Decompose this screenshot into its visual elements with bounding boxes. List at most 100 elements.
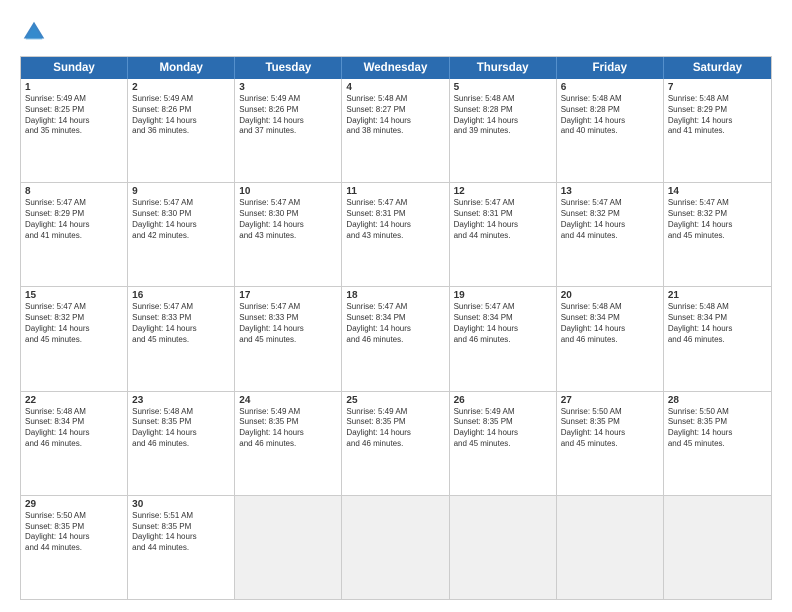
calendar-cell-day-2: 2Sunrise: 5:49 AMSunset: 8:26 PMDaylight…: [128, 79, 235, 182]
day-number: 25: [346, 395, 444, 406]
day-number: 29: [25, 499, 123, 510]
day-number: 26: [454, 395, 552, 406]
cell-info: Sunrise: 5:49 AMSunset: 8:26 PMDaylight:…: [239, 94, 337, 137]
cell-info: Sunrise: 5:49 AMSunset: 8:35 PMDaylight:…: [239, 407, 337, 450]
calendar-cell-day-10: 10Sunrise: 5:47 AMSunset: 8:30 PMDayligh…: [235, 183, 342, 286]
logo: [20, 18, 52, 46]
header: [20, 18, 772, 46]
calendar-cell-day-20: 20Sunrise: 5:48 AMSunset: 8:34 PMDayligh…: [557, 287, 664, 390]
cell-info: Sunrise: 5:47 AMSunset: 8:32 PMDaylight:…: [668, 198, 767, 241]
day-number: 15: [25, 290, 123, 301]
day-number: 16: [132, 290, 230, 301]
header-day-sunday: Sunday: [21, 57, 128, 79]
calendar-cell-day-24: 24Sunrise: 5:49 AMSunset: 8:35 PMDayligh…: [235, 392, 342, 495]
day-number: 3: [239, 82, 337, 93]
calendar: SundayMondayTuesdayWednesdayThursdayFrid…: [20, 56, 772, 600]
day-number: 30: [132, 499, 230, 510]
calendar-cell-day-28: 28Sunrise: 5:50 AMSunset: 8:35 PMDayligh…: [664, 392, 771, 495]
calendar-cell-empty: [342, 496, 449, 599]
cell-info: Sunrise: 5:50 AMSunset: 8:35 PMDaylight:…: [25, 511, 123, 554]
cell-info: Sunrise: 5:47 AMSunset: 8:32 PMDaylight:…: [25, 302, 123, 345]
calendar-cell-day-1: 1Sunrise: 5:49 AMSunset: 8:25 PMDaylight…: [21, 79, 128, 182]
logo-icon: [20, 18, 48, 46]
cell-info: Sunrise: 5:48 AMSunset: 8:35 PMDaylight:…: [132, 407, 230, 450]
header-day-tuesday: Tuesday: [235, 57, 342, 79]
calendar-cell-day-6: 6Sunrise: 5:48 AMSunset: 8:28 PMDaylight…: [557, 79, 664, 182]
cell-info: Sunrise: 5:48 AMSunset: 8:34 PMDaylight:…: [25, 407, 123, 450]
day-number: 11: [346, 186, 444, 197]
day-number: 24: [239, 395, 337, 406]
calendar-cell-day-11: 11Sunrise: 5:47 AMSunset: 8:31 PMDayligh…: [342, 183, 449, 286]
day-number: 17: [239, 290, 337, 301]
day-number: 12: [454, 186, 552, 197]
calendar-cell-day-22: 22Sunrise: 5:48 AMSunset: 8:34 PMDayligh…: [21, 392, 128, 495]
day-number: 4: [346, 82, 444, 93]
calendar-cell-day-27: 27Sunrise: 5:50 AMSunset: 8:35 PMDayligh…: [557, 392, 664, 495]
day-number: 13: [561, 186, 659, 197]
cell-info: Sunrise: 5:49 AMSunset: 8:35 PMDaylight:…: [454, 407, 552, 450]
calendar-cell-day-26: 26Sunrise: 5:49 AMSunset: 8:35 PMDayligh…: [450, 392, 557, 495]
day-number: 6: [561, 82, 659, 93]
cell-info: Sunrise: 5:49 AMSunset: 8:35 PMDaylight:…: [346, 407, 444, 450]
page: SundayMondayTuesdayWednesdayThursdayFrid…: [0, 0, 792, 612]
calendar-row-1: 1Sunrise: 5:49 AMSunset: 8:25 PMDaylight…: [21, 79, 771, 182]
calendar-cell-day-19: 19Sunrise: 5:47 AMSunset: 8:34 PMDayligh…: [450, 287, 557, 390]
calendar-header: SundayMondayTuesdayWednesdayThursdayFrid…: [21, 57, 771, 79]
calendar-cell-day-12: 12Sunrise: 5:47 AMSunset: 8:31 PMDayligh…: [450, 183, 557, 286]
day-number: 14: [668, 186, 767, 197]
day-number: 5: [454, 82, 552, 93]
calendar-cell-empty: [664, 496, 771, 599]
cell-info: Sunrise: 5:49 AMSunset: 8:26 PMDaylight:…: [132, 94, 230, 137]
cell-info: Sunrise: 5:51 AMSunset: 8:35 PMDaylight:…: [132, 511, 230, 554]
cell-info: Sunrise: 5:48 AMSunset: 8:34 PMDaylight:…: [668, 302, 767, 345]
header-day-saturday: Saturday: [664, 57, 771, 79]
calendar-row-5: 29Sunrise: 5:50 AMSunset: 8:35 PMDayligh…: [21, 495, 771, 599]
day-number: 21: [668, 290, 767, 301]
cell-info: Sunrise: 5:48 AMSunset: 8:29 PMDaylight:…: [668, 94, 767, 137]
calendar-cell-day-30: 30Sunrise: 5:51 AMSunset: 8:35 PMDayligh…: [128, 496, 235, 599]
calendar-cell-empty: [450, 496, 557, 599]
cell-info: Sunrise: 5:47 AMSunset: 8:31 PMDaylight:…: [454, 198, 552, 241]
header-day-monday: Monday: [128, 57, 235, 79]
day-number: 27: [561, 395, 659, 406]
cell-info: Sunrise: 5:48 AMSunset: 8:27 PMDaylight:…: [346, 94, 444, 137]
cell-info: Sunrise: 5:47 AMSunset: 8:29 PMDaylight:…: [25, 198, 123, 241]
cell-info: Sunrise: 5:47 AMSunset: 8:34 PMDaylight:…: [454, 302, 552, 345]
calendar-cell-day-21: 21Sunrise: 5:48 AMSunset: 8:34 PMDayligh…: [664, 287, 771, 390]
day-number: 28: [668, 395, 767, 406]
cell-info: Sunrise: 5:47 AMSunset: 8:34 PMDaylight:…: [346, 302, 444, 345]
calendar-cell-day-14: 14Sunrise: 5:47 AMSunset: 8:32 PMDayligh…: [664, 183, 771, 286]
cell-info: Sunrise: 5:47 AMSunset: 8:33 PMDaylight:…: [239, 302, 337, 345]
calendar-cell-day-15: 15Sunrise: 5:47 AMSunset: 8:32 PMDayligh…: [21, 287, 128, 390]
cell-info: Sunrise: 5:50 AMSunset: 8:35 PMDaylight:…: [561, 407, 659, 450]
day-number: 22: [25, 395, 123, 406]
header-day-thursday: Thursday: [450, 57, 557, 79]
calendar-cell-day-3: 3Sunrise: 5:49 AMSunset: 8:26 PMDaylight…: [235, 79, 342, 182]
calendar-cell-day-9: 9Sunrise: 5:47 AMSunset: 8:30 PMDaylight…: [128, 183, 235, 286]
calendar-cell-day-23: 23Sunrise: 5:48 AMSunset: 8:35 PMDayligh…: [128, 392, 235, 495]
day-number: 18: [346, 290, 444, 301]
calendar-cell-day-16: 16Sunrise: 5:47 AMSunset: 8:33 PMDayligh…: [128, 287, 235, 390]
calendar-row-4: 22Sunrise: 5:48 AMSunset: 8:34 PMDayligh…: [21, 391, 771, 495]
cell-info: Sunrise: 5:48 AMSunset: 8:28 PMDaylight:…: [561, 94, 659, 137]
calendar-body: 1Sunrise: 5:49 AMSunset: 8:25 PMDaylight…: [21, 79, 771, 599]
cell-info: Sunrise: 5:47 AMSunset: 8:32 PMDaylight:…: [561, 198, 659, 241]
day-number: 2: [132, 82, 230, 93]
day-number: 19: [454, 290, 552, 301]
calendar-cell-day-13: 13Sunrise: 5:47 AMSunset: 8:32 PMDayligh…: [557, 183, 664, 286]
day-number: 1: [25, 82, 123, 93]
calendar-row-2: 8Sunrise: 5:47 AMSunset: 8:29 PMDaylight…: [21, 182, 771, 286]
calendar-row-3: 15Sunrise: 5:47 AMSunset: 8:32 PMDayligh…: [21, 286, 771, 390]
day-number: 10: [239, 186, 337, 197]
calendar-cell-day-5: 5Sunrise: 5:48 AMSunset: 8:28 PMDaylight…: [450, 79, 557, 182]
calendar-cell-empty: [235, 496, 342, 599]
calendar-cell-day-7: 7Sunrise: 5:48 AMSunset: 8:29 PMDaylight…: [664, 79, 771, 182]
cell-info: Sunrise: 5:47 AMSunset: 8:33 PMDaylight:…: [132, 302, 230, 345]
day-number: 23: [132, 395, 230, 406]
cell-info: Sunrise: 5:49 AMSunset: 8:25 PMDaylight:…: [25, 94, 123, 137]
cell-info: Sunrise: 5:47 AMSunset: 8:30 PMDaylight:…: [132, 198, 230, 241]
calendar-cell-day-18: 18Sunrise: 5:47 AMSunset: 8:34 PMDayligh…: [342, 287, 449, 390]
cell-info: Sunrise: 5:48 AMSunset: 8:34 PMDaylight:…: [561, 302, 659, 345]
day-number: 7: [668, 82, 767, 93]
cell-info: Sunrise: 5:47 AMSunset: 8:31 PMDaylight:…: [346, 198, 444, 241]
